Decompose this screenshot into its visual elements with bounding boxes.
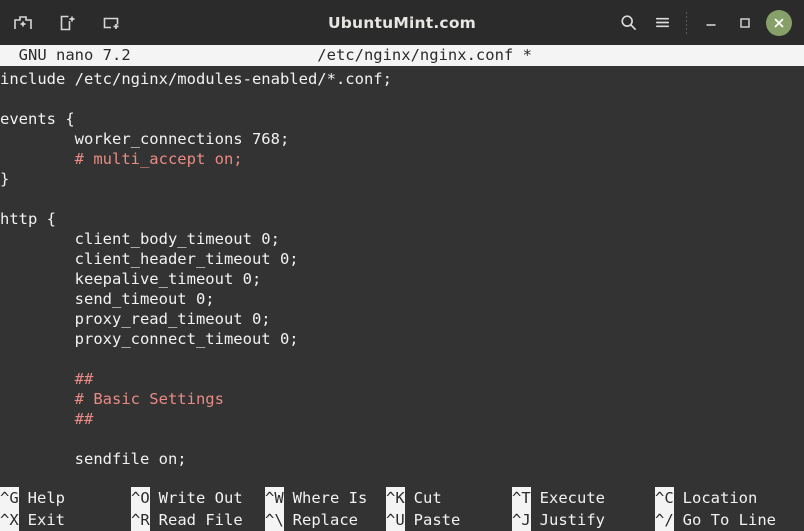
editor-line: ##: [0, 410, 94, 428]
editor-line: worker_connections 768;: [0, 130, 290, 148]
shortcut-label: Cut: [413, 489, 442, 507]
shortcut-key: ^J: [512, 509, 531, 531]
editor-line: include /etc/nginx/modules-enabled/*.con…: [0, 70, 392, 88]
shortcut-key: ^X: [0, 509, 19, 531]
editor-line: proxy_read_timeout 0;: [0, 310, 271, 328]
shortcut-item[interactable]: ^R Read File: [131, 509, 243, 531]
editor-line: ##: [0, 370, 94, 388]
shortcut-label: Paste: [413, 511, 461, 529]
editor-line: http {: [0, 210, 56, 228]
shortcut-label: Replace: [292, 511, 358, 529]
editor-line: events {: [0, 110, 75, 128]
shortcut-label: Write Out: [158, 489, 243, 507]
menu-icon[interactable]: [645, 6, 679, 40]
shortcut-key: ^G: [0, 487, 19, 509]
editor-line: proxy_connect_timeout 0;: [0, 330, 299, 348]
editor-line: keepalive_timeout 0;: [0, 270, 262, 288]
shortcut-label: Execute: [539, 489, 605, 507]
shortcut-item[interactable]: ^K Cut: [386, 487, 442, 509]
shortcut-item[interactable]: ^O Write Out: [131, 487, 243, 509]
new-tab-icon[interactable]: [10, 10, 36, 36]
shortcut-row-2: ^X Exit ^R Read File ^\ Replace ^U Paste ^J Justi…: [0, 509, 804, 531]
nano-shortcut-bar: ^G Help ^O Write Out ^W Where Is ^K Cut ^T Execut…: [0, 487, 804, 531]
shortcut-key: ^W: [265, 487, 284, 509]
shortcut-label: Justify: [539, 511, 605, 529]
shortcut-item[interactable]: ^X Exit: [0, 509, 65, 531]
shortcut-label: Where Is: [292, 489, 368, 507]
shortcut-item[interactable]: ^W Where Is: [265, 487, 367, 509]
terminal-window: UbuntuMint.com GNU nano 7.2 /etc/nginx/n…: [0, 0, 804, 531]
titlebar-left-actions: [0, 10, 124, 36]
shortcut-item[interactable]: ^T Execute: [512, 487, 605, 509]
shortcut-label: Read File: [158, 511, 243, 529]
nano-header-bar: GNU nano 7.2 /etc/nginx/nginx.conf *: [0, 45, 804, 66]
new-window-icon[interactable]: [54, 10, 80, 36]
shortcut-label: Go To Line: [682, 511, 776, 529]
editor-line: }: [0, 170, 10, 188]
title-bar: UbuntuMint.com: [0, 0, 804, 45]
shortcut-key: ^U: [386, 509, 405, 531]
shortcut-key: ^T: [512, 487, 531, 509]
search-icon[interactable]: [611, 6, 645, 40]
shortcut-key: ^R: [131, 509, 150, 531]
shortcut-item[interactable]: ^C Location: [655, 487, 757, 509]
shortcut-key: ^\: [265, 509, 284, 531]
editor-line: client_header_timeout 0;: [0, 250, 299, 268]
editor-line: # multi_accept on;: [0, 150, 243, 168]
maximize-button[interactable]: [728, 6, 762, 40]
titlebar-divider: [686, 11, 687, 34]
split-pane-icon[interactable]: [98, 10, 124, 36]
shortcut-label: Help: [27, 489, 65, 507]
editor-line: sendfile on;: [0, 450, 187, 468]
shortcut-item[interactable]: ^/ Go To Line: [655, 509, 776, 531]
shortcut-row-1: ^G Help ^O Write Out ^W Where Is ^K Cut ^T Execut…: [0, 487, 804, 509]
editor-line: # Basic Settings: [0, 390, 224, 408]
close-button[interactable]: [766, 9, 792, 36]
shortcut-key: ^/: [655, 509, 674, 531]
shortcut-item[interactable]: ^J Justify: [512, 509, 605, 531]
terminal-body[interactable]: GNU nano 7.2 /etc/nginx/nginx.conf * inc…: [0, 45, 804, 531]
minimize-button[interactable]: [694, 6, 728, 40]
editor-line: client_body_timeout 0;: [0, 230, 280, 248]
shortcut-item[interactable]: ^G Help: [0, 487, 65, 509]
editor-text-area[interactable]: include /etc/nginx/modules-enabled/*.con…: [0, 66, 804, 469]
shortcut-label: Exit: [27, 511, 65, 529]
editor-line: send_timeout 0;: [0, 290, 215, 308]
shortcut-key: ^C: [655, 487, 674, 509]
titlebar-right-actions: [611, 0, 804, 45]
shortcut-key: ^K: [386, 487, 405, 509]
shortcut-item[interactable]: ^U Paste: [386, 509, 460, 531]
shortcut-label: Location: [682, 489, 758, 507]
shortcut-key: ^O: [131, 487, 150, 509]
shortcut-item[interactable]: ^\ Replace: [265, 509, 358, 531]
